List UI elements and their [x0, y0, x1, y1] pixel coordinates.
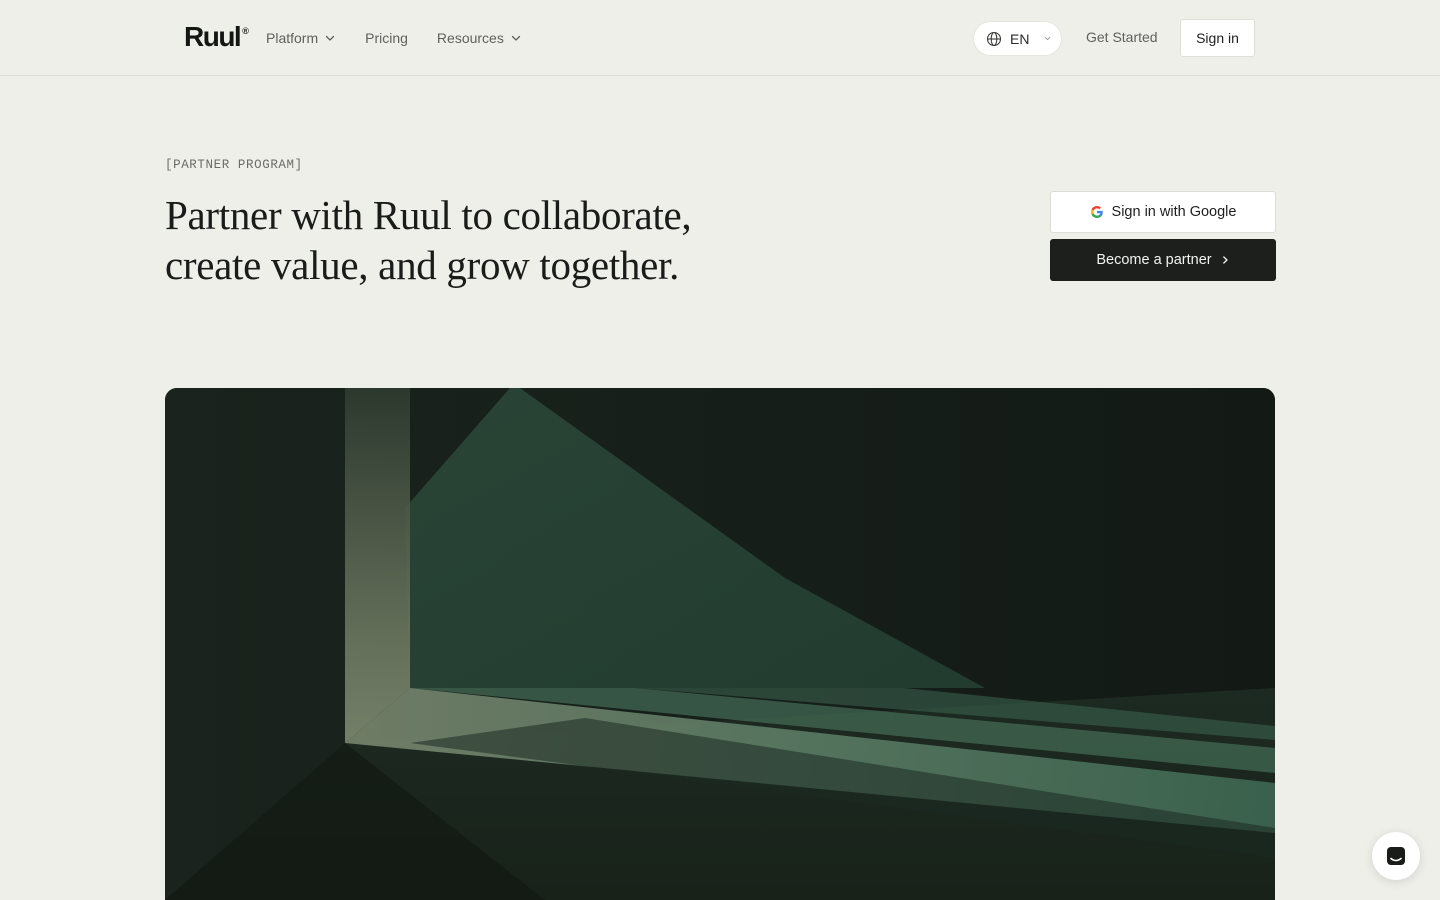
logo-wordmark: Ruul [184, 21, 242, 52]
google-button-label: Sign in with Google [1111, 204, 1237, 220]
nav-label-platform: Platform [266, 30, 319, 46]
sign-in-with-google-button[interactable]: Sign in with Google [1050, 191, 1276, 233]
ruul-logo[interactable]: Ruul ® [184, 22, 249, 52]
headline-line-2: create value, and grow together. [165, 242, 680, 288]
sign-in-button[interactable]: Sign in [1180, 19, 1255, 57]
language-selector[interactable]: EN [974, 22, 1061, 55]
partner-button-label: Become a partner [1096, 252, 1212, 268]
language-code: EN [1010, 30, 1030, 47]
nav-label-pricing: Pricing [365, 30, 408, 46]
chevron-down-icon [325, 35, 335, 41]
registered-mark: ® [242, 26, 249, 36]
main-nav: Platform Pricing Resources [266, 0, 551, 76]
chat-icon [1387, 847, 1405, 865]
room-light-illustration [165, 388, 1275, 900]
chevron-down-icon [511, 35, 520, 41]
google-icon [1090, 205, 1103, 219]
chevron-right-icon [1222, 256, 1228, 264]
nav-label-resources: Resources [436, 30, 504, 46]
get-started-link[interactable]: Get Started [1086, 29, 1158, 45]
headline-line-1: Partner with Ruul to collaborate, [165, 192, 692, 238]
hero-image [165, 388, 1275, 900]
become-partner-button[interactable]: Become a partner [1050, 239, 1276, 281]
chevron-down-icon [1045, 36, 1051, 41]
page-title: Partner with Ruul to collaborate, create… [165, 190, 765, 290]
nav-item-pricing[interactable]: Pricing [365, 30, 408, 46]
nav-item-resources[interactable]: Resources [437, 30, 522, 46]
globe-icon [986, 31, 1002, 46]
top-navigation: Ruul ® Platform Pricing Resources EN Get… [0, 0, 1440, 76]
section-eyebrow: [PARTNER PROGRAM] [165, 158, 303, 172]
chat-launcher-button[interactable] [1372, 832, 1420, 880]
nav-item-platform[interactable]: Platform [266, 30, 336, 46]
